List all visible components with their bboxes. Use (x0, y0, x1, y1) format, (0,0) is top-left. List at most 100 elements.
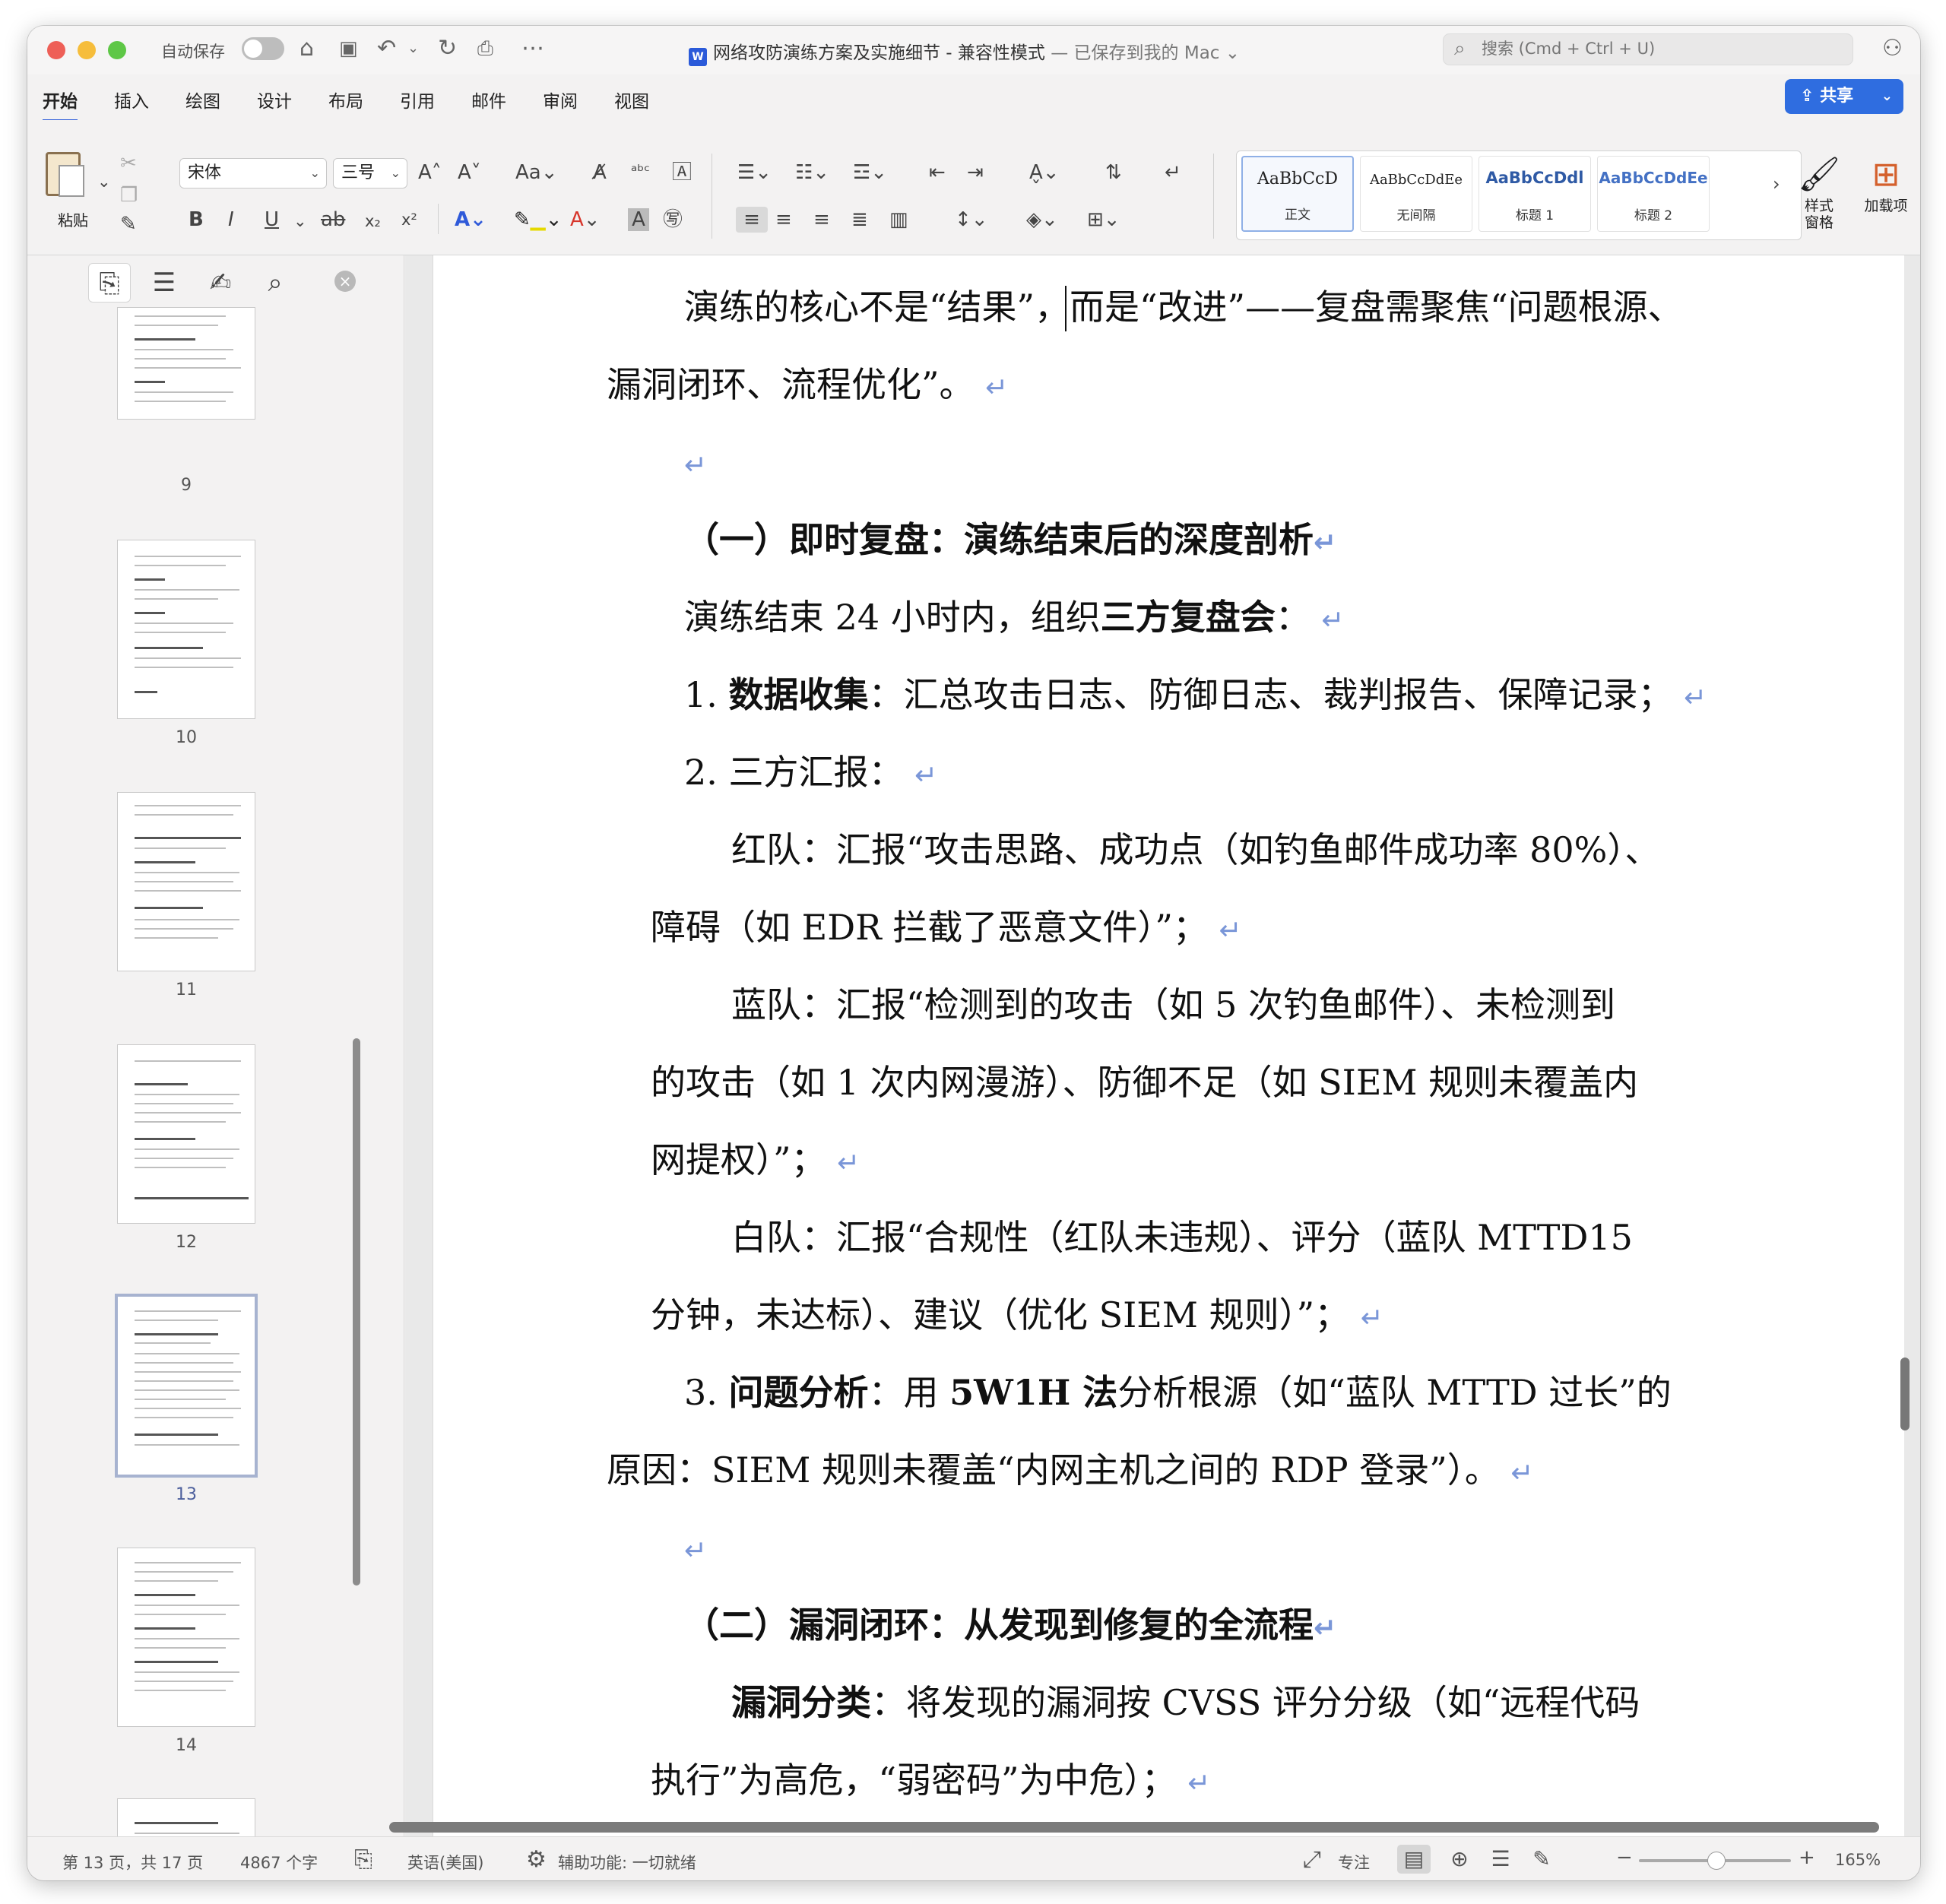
style-heading-1[interactable]: AaBbCcDdl 标题 1 (1479, 156, 1591, 232)
style-no-spacing[interactable]: AaBbCcDdEe 无间隔 (1360, 156, 1472, 232)
shrink-font-icon[interactable]: A˅ (458, 160, 481, 185)
justify-icon[interactable]: ≣ (851, 207, 868, 233)
save-icon[interactable]: ▣ (339, 35, 358, 62)
increase-indent-icon[interactable]: ⇥ (967, 160, 984, 185)
more-icon[interactable]: ⋯ (521, 35, 544, 62)
align-center-icon[interactable]: ≡ (775, 207, 792, 233)
nav-scrollbar[interactable] (353, 1038, 360, 1586)
align-left-icon[interactable]: ≡ (736, 207, 768, 233)
close-pane-icon[interactable]: × (334, 271, 356, 292)
minimize-window-button[interactable] (78, 41, 96, 59)
char-shading-icon[interactable]: A (628, 208, 649, 231)
gallery-more-icon[interactable]: › (1773, 173, 1780, 195)
tab-insert[interactable]: 插入 (114, 87, 149, 112)
page-thumbnail[interactable] (117, 1044, 255, 1224)
char-border-icon[interactable]: 🄰 (672, 160, 692, 185)
style-heading-2[interactable]: AaBbCcDdEe 标题 2 (1597, 156, 1710, 232)
proofing-icon[interactable]: ⎘ (354, 1846, 372, 1873)
print-layout-icon[interactable]: ▤ (1397, 1845, 1431, 1874)
page-info[interactable]: 第 13 页，共 17 页 (62, 1851, 203, 1874)
text-effects-icon[interactable]: A⌄ (455, 207, 486, 233)
home-icon[interactable]: ⌂ (300, 35, 314, 62)
paste-icon[interactable] (46, 152, 84, 197)
zoom-out-icon[interactable]: − (1616, 1846, 1633, 1869)
underline-dropdown-icon[interactable]: ⌄ (293, 208, 307, 234)
font-name-select[interactable]: 宋体 ⌄ (179, 158, 327, 188)
language[interactable]: 英语(美国) (407, 1851, 483, 1874)
superscript-icon[interactable]: x² (401, 207, 417, 233)
grow-font-icon[interactable]: A˄ (418, 160, 442, 185)
phonetic-guide-icon[interactable]: ᵃᵇᶜ (631, 158, 650, 184)
tab-references[interactable]: 引用 (400, 87, 435, 112)
underline-icon[interactable]: U (265, 207, 279, 233)
search-box[interactable]: ⌕ (1443, 33, 1853, 65)
paste-dropdown-icon[interactable]: ⌄ (97, 169, 111, 195)
shading-icon[interactable]: ◈⌄ (1026, 207, 1058, 233)
format-painter-icon[interactable]: ✎ (120, 211, 137, 237)
numbering-icon[interactable]: ☷⌄ (795, 160, 829, 185)
page-thumbnail[interactable] (117, 792, 255, 971)
page-thumbnail[interactable] (117, 1548, 255, 1727)
vertical-scrollbar[interactable] (1900, 1358, 1910, 1430)
enclose-char-icon[interactable]: ㊢ (663, 207, 683, 233)
decrease-indent-icon[interactable]: ⇤ (929, 160, 946, 185)
bold-icon[interactable]: B (189, 207, 204, 233)
search-input[interactable] (1482, 40, 1839, 58)
redo-icon[interactable]: ↻ (438, 35, 457, 62)
share-button[interactable]: ⇪ 共享 ⌄ (1785, 79, 1903, 114)
title-chevron-icon[interactable]: ⌄ (1219, 43, 1240, 63)
page-thumbnail[interactable] (117, 540, 255, 719)
focus-icon[interactable]: ⤢ (1303, 1846, 1321, 1873)
thumbnails-icon[interactable]: ⎘ (88, 263, 131, 303)
style-normal[interactable]: AaBbCcD 正文 (1241, 156, 1354, 232)
web-layout-icon[interactable]: ⊕ (1443, 1845, 1476, 1874)
zoom-in-icon[interactable]: + (1799, 1846, 1815, 1869)
font-color-icon[interactable]: A⌄ (570, 207, 601, 233)
undo-dropdown-icon[interactable]: ⌄ (407, 35, 419, 62)
sort-icon[interactable]: ⇅ (1105, 160, 1122, 185)
draft-view-icon[interactable]: ✎ (1525, 1845, 1558, 1874)
tab-draw[interactable]: 绘图 (185, 87, 220, 112)
close-window-button[interactable] (47, 41, 65, 59)
zoom-level[interactable]: 165% (1835, 1851, 1881, 1869)
zoom-window-button[interactable] (108, 41, 126, 59)
italic-icon[interactable]: I (228, 207, 234, 233)
distributed-icon[interactable]: ▥ (889, 207, 908, 233)
undo-icon[interactable]: ↶ (377, 35, 396, 62)
zoom-slider-knob[interactable] (1707, 1852, 1726, 1870)
subscript-icon[interactable]: x₂ (365, 208, 381, 234)
headings-icon[interactable]: ✍ (199, 263, 242, 303)
highlight-icon[interactable]: ✎▁⌄ (514, 207, 563, 233)
clear-format-icon[interactable]: A̸ (593, 160, 607, 185)
borders-icon[interactable]: ⊞⌄ (1087, 207, 1120, 233)
tab-mailings[interactable]: 邮件 (471, 87, 506, 112)
copy-icon[interactable]: ❐ (120, 182, 138, 208)
text-direction-icon[interactable]: A̬⌄ (1029, 160, 1060, 185)
page-thumbnail[interactable] (117, 307, 255, 420)
autosave-toggle[interactable] (242, 37, 284, 60)
document-page[interactable]: 演练的核心不是“结果”，而是“改进”——复盘需聚焦“问题根源、 漏洞闭环、流程优… (433, 255, 1904, 1836)
change-case-icon[interactable]: Aa⌄ (515, 160, 558, 185)
accessibility-status[interactable]: 辅助功能: 一切就绪 (558, 1851, 696, 1874)
page-thumbnail-current[interactable] (115, 1294, 258, 1478)
tab-review[interactable]: 审阅 (543, 87, 578, 112)
print-icon[interactable]: ⎙ (477, 35, 493, 62)
tab-home[interactable]: 开始 (43, 87, 78, 122)
styles-pane-button[interactable]: 🖌 样式 窗格 (1785, 152, 1853, 231)
outline-icon[interactable]: ☰ (143, 263, 185, 303)
align-right-icon[interactable]: ≡ (813, 207, 830, 233)
tab-layout[interactable]: 布局 (328, 87, 363, 112)
line-spacing-icon[interactable]: ↕⌄ (955, 207, 988, 233)
tab-view[interactable]: 视图 (614, 87, 649, 112)
horizontal-scrollbar[interactable] (389, 1822, 1879, 1833)
bullets-icon[interactable]: ☰⌄ (737, 160, 772, 185)
search-pane-icon[interactable]: ⌕ (254, 263, 296, 303)
multilevel-list-icon[interactable]: ☲⌄ (853, 160, 887, 185)
focus-label[interactable]: 专注 (1338, 1851, 1370, 1874)
cut-icon[interactable]: ✂ (120, 150, 137, 176)
show-marks-icon[interactable]: ↵ (1165, 160, 1181, 185)
outline-view-icon[interactable]: ☰ (1484, 1845, 1517, 1874)
tab-design[interactable]: 设计 (257, 87, 292, 112)
font-size-select[interactable]: 三号 ⌄ (333, 158, 407, 188)
account-icon[interactable]: ⚇ (1882, 35, 1903, 62)
